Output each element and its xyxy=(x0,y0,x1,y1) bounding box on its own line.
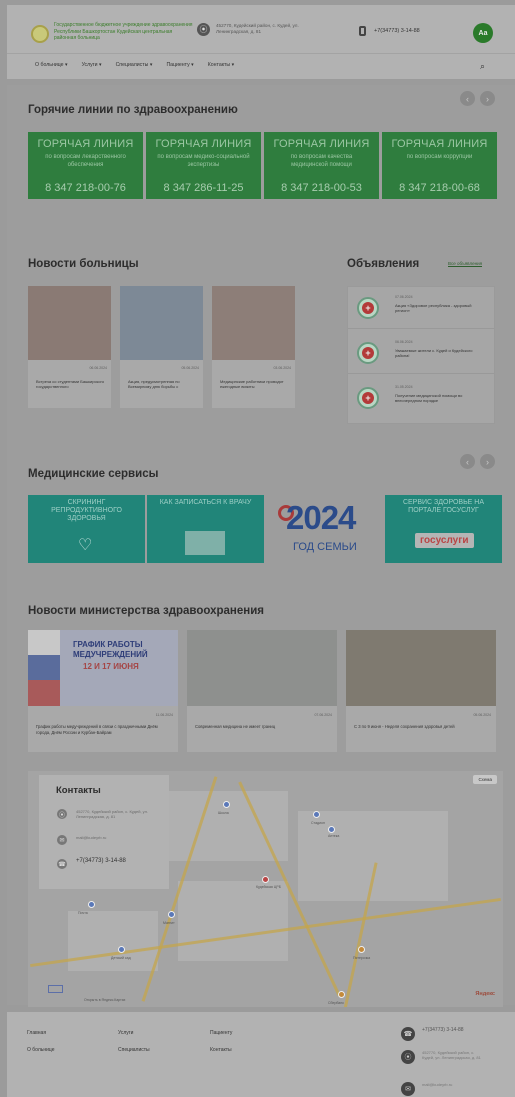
nav-item-patients[interactable]: Пациенту ▾ xyxy=(166,62,193,68)
news-card[interactable]: 05.06.2024 С 3 по 9 июня - Неделя сохран… xyxy=(346,630,496,752)
contact-address: ⦿ 452770, Кудейский район, с. Кудей, ул.… xyxy=(57,809,149,819)
site-footer: Главная О больнице Услуги Специалисты Па… xyxy=(7,1012,515,1097)
news-image xyxy=(28,286,111,360)
service-card[interactable]: 2024 ГОД СЕМЬИ xyxy=(266,495,383,563)
location-pin-icon: ⦿ xyxy=(57,809,67,819)
site-header: Государственное бюджетное учреждение здр… xyxy=(7,5,515,79)
news-card[interactable]: 07.06.2024 Современная медицина не имеет… xyxy=(187,630,337,752)
main-nav: О больнице ▾ Услуги ▾ Специалисты ▾ Паци… xyxy=(7,53,515,75)
announcements-list: + 07.06.2024 Акция «Здоровое республика … xyxy=(347,286,495,424)
footer-link-home[interactable]: Главная xyxy=(27,1030,46,1036)
map-scheme-button[interactable]: Схема xyxy=(473,775,497,784)
announcement-item[interactable]: + 07.06.2024 Акция «Здоровое республика … xyxy=(348,287,494,329)
next-arrow-icon[interactable]: › xyxy=(480,454,495,469)
main-content: Горячие линии по здравоохранению ‹ › ГОР… xyxy=(7,85,515,1007)
news-image xyxy=(212,286,295,360)
service-card[interactable]: КАК ЗАПИСАТЬСЯ К ВРАЧУ xyxy=(147,495,264,563)
heart-hands-icon: ♡ xyxy=(78,537,93,554)
footer-link-services[interactable]: Услуги xyxy=(118,1030,133,1036)
search-icon[interactable]: ⌕ xyxy=(480,61,485,72)
service-card[interactable]: СЕРВИС ЗДОРОВЬЕ НА ПОРТАЛЕ ГОСУСЛУГ госу… xyxy=(385,495,502,563)
hospital-emblem-icon[interactable] xyxy=(31,25,49,43)
mail-icon: ✉ xyxy=(401,1082,415,1096)
yandex-logo: Яндекс xyxy=(475,991,495,997)
nav-item-services[interactable]: Услуги ▾ xyxy=(82,62,102,68)
medical-cross-icon: + xyxy=(357,297,379,319)
ministry-news-list: ГРАФИК РАБОТЫ МЕДУЧРЕЖДЕНИЙ 12 И 17 ИЮНЯ… xyxy=(28,630,496,752)
contacts-title: Контакты xyxy=(56,785,101,796)
contact-phone[interactable]: ☎ +7(34773) 3-14-88 xyxy=(57,858,151,869)
hotline-card[interactable]: ГОРЯЧАЯ ЛИНИЯ по вопросам лекарственного… xyxy=(28,132,143,199)
services-arrows: ‹ › xyxy=(460,454,495,469)
footer-link-patients[interactable]: Пациенту xyxy=(210,1030,232,1036)
news-card[interactable]: 06.06.2024 Встреча со студентами Башкирс… xyxy=(28,286,111,408)
contacts-card: Контакты ⦿ 452770, Кудейский район, с. К… xyxy=(39,775,169,889)
announcements-title: Объявления xyxy=(347,258,420,270)
map-zoom-control[interactable] xyxy=(48,985,63,993)
hotlines-arrows: ‹ › xyxy=(460,91,495,106)
footer-email[interactable]: ✉ mail@kudeyrb.ru xyxy=(401,1082,482,1096)
all-announcements-link[interactable]: Все объявления xyxy=(448,261,483,267)
news-card[interactable]: ГРАФИК РАБОТЫ МЕДУЧРЕЖДЕНИЙ 12 И 17 ИЮНЯ… xyxy=(28,630,178,752)
medical-cross-icon: + xyxy=(357,342,379,364)
phone-icon: ☎ xyxy=(401,1027,415,1041)
prev-arrow-icon[interactable]: ‹ xyxy=(460,454,475,469)
hotlines-title: Горячие линии по здравоохранению xyxy=(28,104,238,116)
footer-link-about[interactable]: О больнице xyxy=(27,1047,54,1053)
phone-icon: ☎ xyxy=(57,859,67,869)
news-image: ГРАФИК РАБОТЫ МЕДУЧРЕЖДЕНИЙ 12 И 17 ИЮНЯ xyxy=(28,630,178,706)
hospital-map-pin-icon xyxy=(262,876,269,883)
prev-arrow-icon[interactable]: ‹ xyxy=(460,91,475,106)
accessibility-button[interactable]: Aa xyxy=(473,23,493,43)
hotlines-carousel: ГОРЯЧАЯ ЛИНИЯ по вопросам лекарственного… xyxy=(28,132,503,199)
announcement-item[interactable]: + 06.06.2024 Уважаемые жители с. Кудей и… xyxy=(348,332,494,374)
next-arrow-icon[interactable]: › xyxy=(480,91,495,106)
phone-icon xyxy=(359,26,366,36)
doctor-illustration-icon xyxy=(185,531,225,555)
service-card[interactable]: СКРИНИНГ РЕПРОДУКТИВНОГО ЗДОРОВЬЯ ♡ xyxy=(28,495,145,563)
services-carousel: СКРИНИНГ РЕПРОДУКТИВНОГО ЗДОРОВЬЯ ♡ КАК … xyxy=(28,495,503,563)
services-title: Медицинские сервисы xyxy=(28,468,159,480)
location-pin-icon: ⦿ xyxy=(197,23,210,36)
flag-icon xyxy=(28,630,60,706)
header-address-text: 452770, Кудейский район, с. Кудей, ул. Л… xyxy=(216,23,299,34)
footer-link-contacts[interactable]: Контакты xyxy=(210,1047,232,1053)
ministry-news-title: Новости министерства здравоохранения xyxy=(28,605,264,617)
hotline-card[interactable]: ГОРЯЧАЯ ЛИНИЯ по вопросам коррупции 8 34… xyxy=(382,132,497,199)
org-name[interactable]: Государственное бюджетное учреждение здр… xyxy=(54,22,194,42)
gosuslugi-logo: госуслуги xyxy=(415,533,474,548)
header-phone-text[interactable]: +7(34773) 3-14-88 xyxy=(374,28,420,34)
footer-phone[interactable]: ☎ +7(34773) 3-14-88 xyxy=(401,1027,482,1041)
nav-item-contacts[interactable]: Контакты ▾ xyxy=(208,62,234,68)
location-pin-icon: ⦿ xyxy=(401,1050,415,1064)
hotline-card[interactable]: ГОРЯЧАЯ ЛИНИЯ по вопросам качества медиц… xyxy=(264,132,379,199)
footer-link-specialists[interactable]: Специалисты xyxy=(118,1047,150,1053)
footer-address: ⦿ 452770, Кудейский район, с. Кудей, ул.… xyxy=(401,1050,482,1064)
contact-email[interactable]: ✉ mail@kudeyrb.ru xyxy=(57,835,151,845)
nav-item-specialists[interactable]: Специалисты ▾ xyxy=(116,62,153,68)
news-card[interactable]: 05.06.2024 Акция, предусмотренная по Все… xyxy=(120,286,203,408)
news-card[interactable]: 03.06.2024 Медицинские работники проводя… xyxy=(212,286,295,408)
announcement-item[interactable]: + 31.05.2024 Получение медицинской помощ… xyxy=(348,377,494,419)
hotline-card[interactable]: ГОРЯЧАЯ ЛИНИЯ по вопросам медико-социаль… xyxy=(146,132,261,199)
news-image xyxy=(187,630,337,706)
header-address: ⦿ 452770, Кудейский район, с. Кудей, ул.… xyxy=(197,23,326,36)
hospital-news-list: 06.06.2024 Встреча со студентами Башкирс… xyxy=(28,286,295,408)
medical-cross-icon: + xyxy=(357,387,379,409)
news-image xyxy=(120,286,203,360)
news-image xyxy=(346,630,496,706)
mail-icon: ✉ xyxy=(57,835,67,845)
open-in-yandex-link[interactable]: Открыть в Яндекс.Картах xyxy=(84,998,125,1002)
nav-item-about[interactable]: О больнице ▾ xyxy=(35,62,68,68)
header-phone[interactable]: +7(34773) 3-14-88 xyxy=(359,26,420,36)
hospital-news-title: Новости больницы xyxy=(28,258,139,270)
